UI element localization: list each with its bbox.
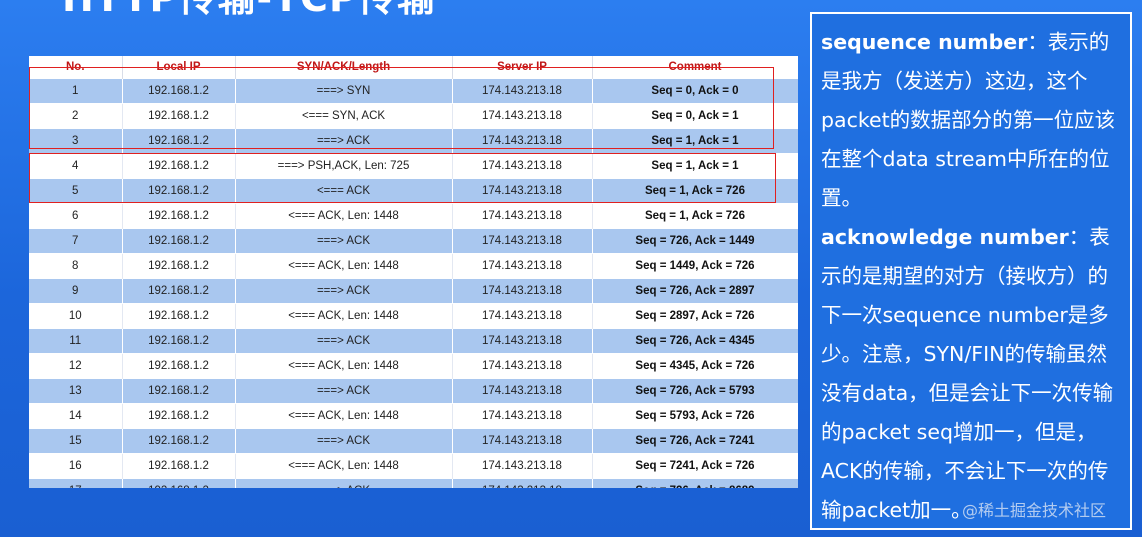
cell-comment: Seq = 7241, Ack = 726 bbox=[592, 453, 798, 479]
table-row: 13 192.168.1.2 ===> ACK 174.143.213.18 S… bbox=[29, 378, 798, 404]
sequence-number-desc: ：表示的是我方（发送方）这边，这个packet的数据部分的第一位应该在整个dat… bbox=[821, 30, 1116, 210]
cell-comment: Seq = 726, Ack = 1449 bbox=[592, 228, 798, 254]
acknowledge-number-note: acknowledge number：表示的是期望的对方（接收方）的下一次seq… bbox=[821, 218, 1122, 530]
cell-no: 15 bbox=[29, 428, 123, 454]
explanation-panel: sequence number：表示的是我方（发送方）这边，这个packet的数… bbox=[810, 12, 1132, 530]
cell-local-ip: 192.168.1.2 bbox=[122, 253, 236, 279]
sequence-number-note: sequence number：表示的是我方（发送方）这边，这个packet的数… bbox=[821, 23, 1122, 218]
cell-server-ip: 174.143.213.18 bbox=[452, 303, 593, 329]
cell-server-ip: 174.143.213.18 bbox=[452, 353, 593, 379]
cell-comment: Seq = 2897, Ack = 726 bbox=[592, 303, 798, 329]
table-row: 11 192.168.1.2 ===> ACK 174.143.213.18 S… bbox=[29, 328, 798, 354]
cell-local-ip: 192.168.1.2 bbox=[122, 453, 236, 479]
table-row: 12 192.168.1.2 <=== ACK, Len: 1448 174.1… bbox=[29, 353, 798, 379]
cell-no: 12 bbox=[29, 353, 123, 379]
slide-title: HTTP传输-TCP传输 bbox=[62, 0, 436, 18]
table-row: 7 192.168.1.2 ===> ACK 174.143.213.18 Se… bbox=[29, 228, 798, 254]
cell-comment: Seq = 726, Ack = 5793 bbox=[592, 378, 798, 404]
cell-local-ip: 192.168.1.2 bbox=[122, 403, 236, 429]
table-row: 9 192.168.1.2 ===> ACK 174.143.213.18 Se… bbox=[29, 278, 798, 304]
cell-comment: Seq = 1449, Ack = 726 bbox=[592, 253, 798, 279]
cell-direction: <=== ACK, Len: 1448 bbox=[235, 453, 453, 479]
handshake-highlight-box bbox=[29, 67, 774, 149]
cell-no: 8 bbox=[29, 253, 123, 279]
cell-local-ip: 192.168.1.2 bbox=[122, 328, 236, 354]
cell-server-ip: 174.143.213.18 bbox=[452, 378, 593, 404]
cell-no: 6 bbox=[29, 203, 123, 229]
cell-server-ip: 174.143.213.18 bbox=[452, 328, 593, 354]
cell-local-ip: 192.168.1.2 bbox=[122, 278, 236, 304]
cell-direction: <=== ACK, Len: 1448 bbox=[235, 303, 453, 329]
cell-server-ip: 174.143.213.18 bbox=[452, 278, 593, 304]
cell-direction: ===> ACK bbox=[235, 428, 453, 454]
cell-server-ip: 174.143.213.18 bbox=[452, 203, 593, 229]
table-row: 6 192.168.1.2 <=== ACK, Len: 1448 174.14… bbox=[29, 203, 798, 229]
acknowledge-number-desc: ：表示的是期望的对方（接收方）的下一次sequence number是多少。注意… bbox=[821, 225, 1114, 522]
cell-direction: <=== ACK, Len: 1448 bbox=[235, 353, 453, 379]
cell-no: 11 bbox=[29, 328, 123, 354]
cell-comment: Seq = 5793, Ack = 726 bbox=[592, 403, 798, 429]
cell-local-ip: 192.168.1.2 bbox=[122, 378, 236, 404]
cell-direction: <=== ACK, Len: 1448 bbox=[235, 253, 453, 279]
cell-direction: ===> ACK bbox=[235, 478, 453, 488]
cell-server-ip: 174.143.213.18 bbox=[452, 228, 593, 254]
cell-local-ip: 192.168.1.2 bbox=[122, 203, 236, 229]
table-row: 8 192.168.1.2 <=== ACK, Len: 1448 174.14… bbox=[29, 253, 798, 279]
table-row: 15 192.168.1.2 ===> ACK 174.143.213.18 S… bbox=[29, 428, 798, 454]
cell-local-ip: 192.168.1.2 bbox=[122, 228, 236, 254]
cell-no: 13 bbox=[29, 378, 123, 404]
cell-no: 10 bbox=[29, 303, 123, 329]
cell-no: 14 bbox=[29, 403, 123, 429]
table-row: 16 192.168.1.2 <=== ACK, Len: 1448 174.1… bbox=[29, 453, 798, 479]
table-row: 14 192.168.1.2 <=== ACK, Len: 1448 174.1… bbox=[29, 403, 798, 429]
cell-no: 16 bbox=[29, 453, 123, 479]
cell-direction: ===> ACK bbox=[235, 378, 453, 404]
cell-no: 9 bbox=[29, 278, 123, 304]
cell-server-ip: 174.143.213.18 bbox=[452, 428, 593, 454]
cell-server-ip: 174.143.213.18 bbox=[452, 478, 593, 488]
cell-server-ip: 174.143.213.18 bbox=[452, 253, 593, 279]
cell-comment: Seq = 4345, Ack = 726 bbox=[592, 353, 798, 379]
cell-local-ip: 192.168.1.2 bbox=[122, 428, 236, 454]
cell-comment: Seq = 726, Ack = 2897 bbox=[592, 278, 798, 304]
table-row: 10 192.168.1.2 <=== ACK, Len: 1448 174.1… bbox=[29, 303, 798, 329]
packet-table-card: No. Local IP SYN/ACK/Length Server IP Co… bbox=[29, 56, 798, 488]
cell-direction: <=== ACK, Len: 1448 bbox=[235, 403, 453, 429]
cell-comment: Seq = 726, Ack = 7241 bbox=[592, 428, 798, 454]
cell-direction: ===> ACK bbox=[235, 328, 453, 354]
cell-no: 17 bbox=[29, 478, 123, 488]
watermark: @稀土掘金技术社区 bbox=[962, 501, 1107, 520]
cell-direction: ===> ACK bbox=[235, 228, 453, 254]
sequence-number-term: sequence number bbox=[821, 30, 1028, 54]
cell-comment: Seq = 726, Ack = 8689 bbox=[592, 478, 798, 488]
push-ack-highlight-box bbox=[29, 153, 776, 203]
cell-no: 7 bbox=[29, 228, 123, 254]
cell-direction: <=== ACK, Len: 1448 bbox=[235, 203, 453, 229]
table-row: 17 192.168.1.2 ===> ACK 174.143.213.18 S… bbox=[29, 478, 798, 488]
cell-comment: Seq = 726, Ack = 4345 bbox=[592, 328, 798, 354]
cell-server-ip: 174.143.213.18 bbox=[452, 453, 593, 479]
cell-server-ip: 174.143.213.18 bbox=[452, 403, 593, 429]
acknowledge-number-term: acknowledge number bbox=[821, 225, 1069, 249]
cell-local-ip: 192.168.1.2 bbox=[122, 303, 236, 329]
cell-local-ip: 192.168.1.2 bbox=[122, 353, 236, 379]
cell-local-ip: 192.168.1.2 bbox=[122, 478, 236, 488]
cell-comment: Seq = 1, Ack = 726 bbox=[592, 203, 798, 229]
cell-direction: ===> ACK bbox=[235, 278, 453, 304]
